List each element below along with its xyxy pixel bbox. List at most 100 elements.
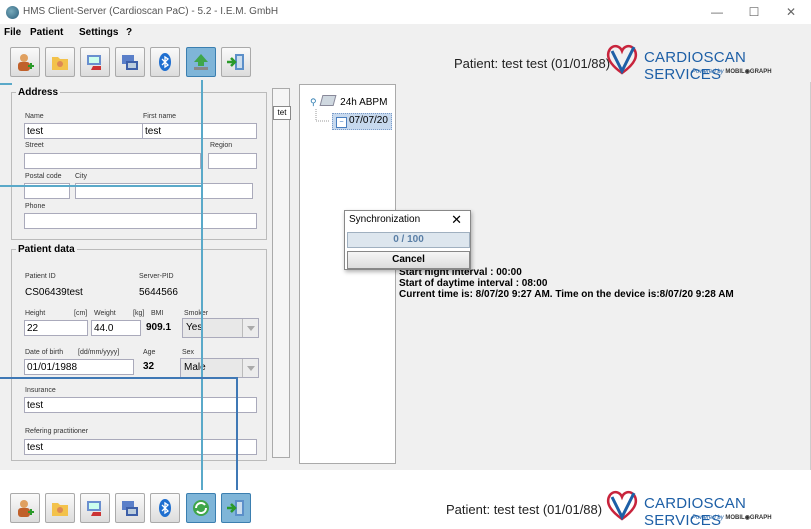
postal-label: Postal code [25, 173, 62, 180]
heart-logo-icon [606, 44, 638, 75]
firstname-label: First name [143, 113, 177, 120]
add-patient-icon [18, 500, 34, 517]
chevron-down-icon [242, 319, 258, 337]
add-patient-button[interactable] [10, 493, 40, 523]
chevron-down-icon [242, 359, 258, 377]
heart-logo-icon [606, 490, 638, 521]
bluetooth-icon [159, 53, 171, 71]
exit-button[interactable] [221, 493, 251, 523]
weight-label: Weight [94, 310, 116, 317]
smoker-select[interactable]: Yes [182, 318, 259, 338]
minimize-button[interactable]: — [702, 2, 732, 22]
weight-field[interactable]: 44.0 [91, 320, 141, 336]
tab-strip: tet [272, 88, 291, 458]
practitioner-label: Refering practitioner [25, 428, 89, 435]
region-field[interactable] [208, 153, 257, 169]
maximize-button[interactable]: ☐ [739, 2, 769, 22]
firstname-field[interactable]: test [142, 123, 257, 139]
folder-icon [52, 503, 68, 516]
region-label: Region [210, 142, 233, 149]
cardioscan-logo: CARDIOSCAN SERVICES Powered by MOBIL◉GRA… [604, 43, 804, 83]
open-folder-button[interactable] [45, 493, 75, 523]
bmi-label: BMI [151, 310, 164, 317]
computer-icon [87, 55, 101, 70]
insurance-field[interactable]: test [24, 397, 257, 413]
sex-select[interactable]: Male [180, 358, 259, 378]
sync-dialog: Synchronization ✕ 0 / 100 Cancel [344, 210, 471, 270]
device-icon [122, 55, 138, 70]
pid-label: Patient ID [25, 273, 56, 280]
bottom-toolbar: Patient: test test (01/01/88) CARDIOSCAN… [0, 490, 811, 529]
exit-button[interactable] [221, 47, 251, 77]
name-field[interactable]: test [24, 123, 149, 139]
city-label: City [75, 173, 88, 180]
heartbeat-icon: ~ [336, 117, 347, 128]
computer-button[interactable] [80, 47, 110, 77]
close-button[interactable]: ✕ [776, 2, 806, 22]
computer-button[interactable] [80, 493, 110, 523]
device-button[interactable] [115, 47, 145, 77]
bmi-value: 909.1 [146, 322, 172, 333]
phone-field[interactable] [24, 213, 257, 229]
open-folder-button[interactable] [45, 47, 75, 77]
patient-label: Patient: test test (01/01/88) [454, 56, 611, 71]
cancel-button[interactable]: Cancel [347, 251, 470, 269]
tree-item-date[interactable]: ~07/07/20 [332, 113, 392, 130]
practitioner-field[interactable]: test [24, 439, 257, 455]
pid-value: CS06439test [25, 287, 83, 298]
dialog-close-button[interactable]: ✕ [451, 212, 462, 228]
menu-bar: File Patient Settings ? [0, 24, 811, 42]
street-field[interactable] [24, 153, 201, 169]
tab-tet[interactable]: tet [273, 106, 291, 120]
sex-label: Sex [182, 349, 195, 356]
address-legend: Address [16, 87, 61, 98]
spid-value: 5644566 [139, 287, 178, 298]
height-label: Height [25, 310, 46, 317]
bluetooth-button[interactable] [150, 493, 180, 523]
exit-icon [227, 500, 244, 516]
bluetooth-button[interactable] [150, 47, 180, 77]
name-label: Name [25, 113, 44, 120]
dob-format: [dd/mm/yyyy] [78, 349, 120, 356]
smoker-value: Yes [186, 322, 203, 333]
menu-patient[interactable]: Patient [30, 27, 63, 38]
tree-root[interactable]: ⚲ 24h ABPM [310, 95, 387, 108]
logo-powered: Powered by MOBIL◉GRAPH [692, 515, 772, 521]
smoker-label: Smoker [184, 310, 209, 317]
device-button[interactable] [115, 493, 145, 523]
tree-root-label: 24h ABPM [340, 97, 388, 108]
app-window: HMS Client-Server (Cardioscan PaC) - 5.2… [0, 0, 811, 470]
menu-settings[interactable]: Settings [79, 27, 118, 38]
key-icon: ⚲ [310, 97, 317, 107]
dialog-title: Synchronization [349, 214, 421, 225]
sync-button[interactable] [186, 493, 216, 523]
sync-button[interactable] [186, 47, 216, 77]
logo-brand: CARDIOSCAN SERVICES [644, 49, 747, 83]
callout-line [236, 377, 238, 494]
add-patient-button[interactable] [10, 47, 40, 77]
events-line-0: ts [456, 256, 734, 267]
document-icon [319, 95, 337, 106]
street-label: Street [25, 142, 44, 149]
tree-branch-icon [315, 109, 330, 122]
exit-icon [227, 54, 244, 70]
dob-field[interactable]: 01/01/1988 [24, 359, 134, 375]
logo-powered: Powered by MOBIL◉GRAPH [692, 69, 772, 75]
phone-label: Phone [25, 203, 46, 210]
insurance-label: Insurance [25, 387, 56, 394]
weight-unit: [kg] [133, 310, 145, 317]
sync-progress-bar: 0 / 100 [347, 232, 470, 248]
computer-icon [87, 501, 101, 516]
device-icon [122, 501, 138, 516]
dob-label: Date of birth [25, 349, 64, 356]
age-label: Age [143, 349, 156, 356]
address-panel: Address Name First name test test Street… [11, 87, 267, 240]
app-icon [6, 6, 19, 19]
logo-brand: CARDIOSCAN SERVICES [644, 495, 747, 529]
title-bar: HMS Client-Server (Cardioscan PaC) - 5.2… [0, 0, 811, 24]
age-value: 32 [143, 361, 155, 372]
add-patient-icon [18, 54, 34, 71]
height-field[interactable]: 22 [24, 320, 88, 336]
menu-help[interactable]: ? [126, 27, 132, 38]
menu-file[interactable]: File [4, 27, 21, 38]
